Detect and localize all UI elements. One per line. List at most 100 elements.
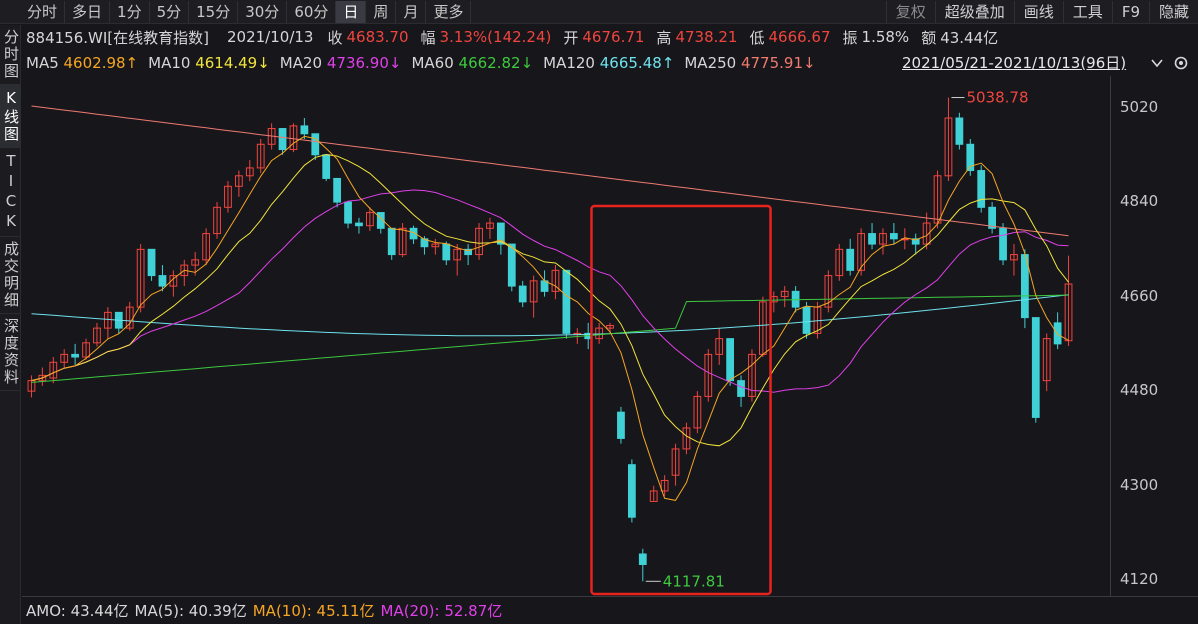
ma-legend-item: MA250 4775.91↓ xyxy=(684,54,815,72)
y-tick-label: 4840 xyxy=(1120,192,1159,211)
period-toolbar: 分时 多日 1分 5分 15分 30分 60分日周月更多 复权 超级叠加 画线 工具 F9 隐藏 xyxy=(0,0,1198,24)
period-tab[interactable]: 更多 xyxy=(426,0,472,23)
ma250-line xyxy=(31,105,1069,237)
ma5-line xyxy=(31,135,1069,501)
toolbar-button[interactable]: F9 xyxy=(1111,1,1149,23)
ma-name: MA120 xyxy=(543,54,600,72)
candle-down xyxy=(147,248,156,277)
y-tick-label: 5020 xyxy=(1120,97,1159,116)
high-label: 高 xyxy=(656,28,672,47)
ma-legend-row: MA5 4602.98↑ MA10 4614.49↓ MA20 4736.90↓ MA… xyxy=(26,52,826,74)
ma20-line xyxy=(31,189,1069,393)
ma-value: 4736.90 xyxy=(326,54,389,72)
candle-down xyxy=(311,133,320,156)
candle-down xyxy=(355,222,363,227)
close-label: 收 xyxy=(327,28,343,47)
ma60-line xyxy=(31,294,1069,383)
chevron-down-icon[interactable] xyxy=(1148,54,1166,72)
candle-down xyxy=(726,338,735,382)
ma-name: MA250 xyxy=(684,54,741,72)
high-value: 4738.21 xyxy=(675,28,738,46)
toolbar-button[interactable]: 超级叠加 xyxy=(934,1,1014,23)
ma-value: 4665.48 xyxy=(599,54,662,72)
ma-value: 4614.49 xyxy=(195,54,258,72)
view-tab[interactable]: 分时图 xyxy=(0,25,21,85)
bottom-divider xyxy=(22,596,1198,597)
close-value: 4683.70 xyxy=(346,28,409,46)
period-tab[interactable]: 1分 xyxy=(110,0,150,23)
max-price-label: 5038.78 xyxy=(966,89,1028,107)
change-label: 幅 xyxy=(420,28,436,47)
period-tab[interactable]: 多日 xyxy=(65,0,111,23)
amount-label: 额 xyxy=(921,28,937,47)
candle-down xyxy=(322,154,331,179)
ma-value: 4775.91 xyxy=(740,54,803,72)
period-tab[interactable]: 月 xyxy=(396,0,427,23)
candle-down xyxy=(158,275,167,287)
candle-down xyxy=(562,269,571,334)
ma-name: MA60 xyxy=(411,54,459,72)
ma120-line xyxy=(31,294,1069,337)
candle-down xyxy=(868,233,876,245)
arrow-down-icon: ↓ xyxy=(520,54,534,72)
period-tab[interactable]: 5分 xyxy=(150,0,190,23)
arrow-down-icon: ↓ xyxy=(388,54,402,72)
low-label: 低 xyxy=(749,28,765,47)
amplitude-value: 1.58% xyxy=(861,28,910,46)
candle-down xyxy=(802,306,811,334)
period-tab[interactable]: 日 xyxy=(336,0,367,23)
highlight-box xyxy=(590,204,772,596)
candle-down xyxy=(889,233,898,240)
candle-down xyxy=(627,464,636,518)
period-tab[interactable]: 周 xyxy=(366,0,397,23)
right-tools: 复权 超级叠加 画线 工具 F9 隐藏 xyxy=(885,0,1198,24)
candle-down xyxy=(442,243,451,261)
gear-icon[interactable] xyxy=(1172,54,1190,72)
candle-down xyxy=(1053,322,1062,345)
ma-name: MA5 xyxy=(26,54,64,72)
ma10-line xyxy=(31,153,1069,447)
amo-ma5: MA(5): 40.39亿 xyxy=(134,601,247,620)
change-value: 3.13%(142.24) xyxy=(439,28,552,46)
ma-legend-item: MA20 4736.90↓ xyxy=(280,54,402,72)
view-tab[interactable]: TICK xyxy=(0,148,21,237)
amplitude-label: 振 xyxy=(842,28,858,47)
view-tab[interactable]: 成交明细 xyxy=(0,237,21,314)
candle-down xyxy=(333,177,342,203)
toolbar-button[interactable]: 复权 xyxy=(885,1,935,23)
view-tab[interactable]: 深度资料 xyxy=(0,314,21,391)
candle-down xyxy=(344,201,352,224)
candle-down xyxy=(518,285,527,303)
period-tab[interactable]: 60分 xyxy=(287,0,337,23)
toolbar-button[interactable]: 隐藏 xyxy=(1148,1,1198,23)
ma-legend-item: MA60 4662.82↓ xyxy=(411,54,533,72)
candle-down xyxy=(507,243,516,287)
amo-ma10: MA(10): 45.11亿 xyxy=(252,601,375,620)
period-tab[interactable]: 15分 xyxy=(189,0,239,23)
amo-value: AMO: 43.44亿 xyxy=(26,601,129,620)
amount-value: 43.44亿 xyxy=(940,28,999,47)
quote-info-row: 884156.WI[在线教育指数] 2021/10/13 收 4683.70 幅… xyxy=(26,26,1002,48)
ma-name: MA10 xyxy=(148,54,196,72)
candle-down xyxy=(300,125,309,135)
open-value: 4676.71 xyxy=(582,28,645,46)
candle-down xyxy=(638,553,647,565)
period-tab[interactable]: 30分 xyxy=(238,0,288,23)
toolbar-button[interactable]: 画线 xyxy=(1013,1,1063,23)
date-range-selector[interactable]: 2021/05/21-2021/10/13(96日) xyxy=(902,52,1126,74)
ma-legend-item: MA5 4602.98↑ xyxy=(26,54,138,72)
toolbar-button[interactable]: 工具 xyxy=(1062,1,1112,23)
quote-date: 2021/10/13 xyxy=(227,28,314,46)
ma-name: MA20 xyxy=(279,54,327,72)
y-tick-label: 4480 xyxy=(1120,381,1159,400)
period-tabs: 分时 多日 1分 5分 15分 30分 60分日周月更多 xyxy=(0,0,472,24)
candle-down xyxy=(955,117,964,145)
y-tick-label: 4120 xyxy=(1120,570,1159,589)
candle-down xyxy=(977,170,986,208)
kline-chart[interactable]: 5038.78 4117.81 xyxy=(22,76,1198,596)
candle-down xyxy=(387,227,396,256)
period-tab[interactable]: 分时 xyxy=(20,0,66,23)
arrow-down-icon: ↓ xyxy=(803,54,816,72)
candle-down xyxy=(737,380,745,397)
view-tab[interactable]: K线图 xyxy=(0,85,21,148)
